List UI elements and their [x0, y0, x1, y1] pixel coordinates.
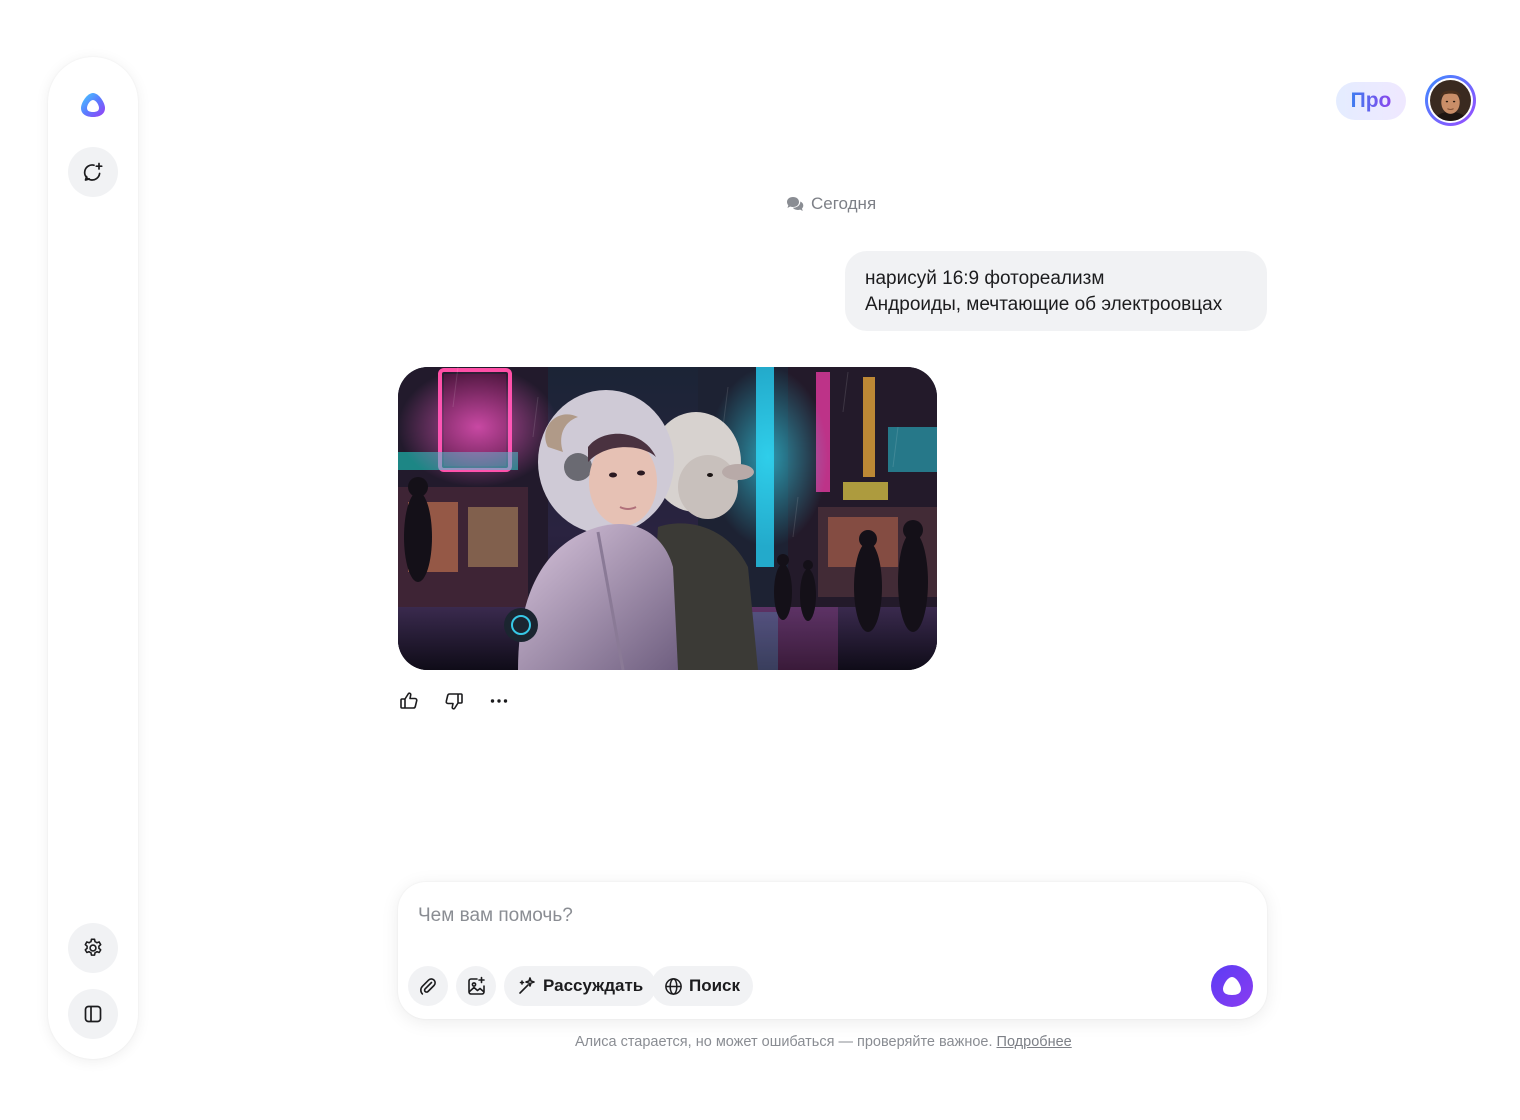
toggle-sidebar-button[interactable]	[68, 989, 118, 1039]
reason-button[interactable]: Рассуждать	[504, 966, 657, 1006]
learn-more-link[interactable]: Подробнее	[997, 1034, 1072, 1050]
disclaimer: Алиса старается, но может ошибаться — пр…	[575, 1034, 1095, 1050]
attach-button[interactable]	[408, 966, 448, 1006]
user-message-line-2: Андроиды, мечтающие об электроовцах	[865, 294, 1223, 315]
date-divider: Сегодня	[786, 193, 876, 215]
thumbs-up-icon	[400, 692, 418, 709]
reason-label: Рассуждать	[543, 976, 644, 995]
user-avatar[interactable]	[1425, 75, 1476, 126]
date-label: Сегодня	[811, 194, 877, 213]
new-chat-button[interactable]	[68, 147, 118, 197]
user-message-line-1: нарисуй 16:9 фотореализм	[865, 268, 1105, 289]
sparkle-wand-icon	[519, 977, 535, 994]
paperclip-icon	[420, 978, 436, 995]
search-label: Поиск	[689, 976, 741, 995]
add-image-button[interactable]	[456, 966, 496, 1006]
avatar-ring	[1428, 78, 1473, 123]
more-horizontal-icon	[490, 699, 508, 703]
image-add-icon	[467, 976, 485, 995]
new-chat-icon	[83, 162, 103, 181]
search-toggle-button[interactable]: Поиск	[651, 966, 754, 1006]
settings-button[interactable]	[68, 923, 118, 973]
disclaimer-text: Алиса старается, но может ошибаться — пр…	[575, 1034, 993, 1050]
like-button[interactable]	[398, 690, 420, 712]
thumbs-down-icon	[445, 693, 463, 710]
send-button[interactable]	[1211, 965, 1253, 1007]
alice-logo-icon[interactable]	[79, 91, 107, 119]
generated-image[interactable]	[398, 367, 937, 670]
gear-icon	[84, 938, 102, 956]
dislike-button[interactable]	[443, 690, 465, 712]
user-message-bubble: нарисуй 16:9 фотореализм Андроиды, мечта…	[845, 251, 1267, 331]
globe-icon	[665, 977, 682, 995]
message-input[interactable]	[418, 901, 1198, 931]
message-composer: Рассуждать Поиск	[398, 882, 1267, 1019]
more-options-button[interactable]	[488, 690, 510, 712]
sidebar	[48, 57, 138, 1059]
pro-label: Про	[1350, 89, 1392, 112]
chat-bubbles-icon	[787, 197, 804, 211]
alice-send-icon	[1223, 977, 1241, 995]
pro-badge[interactable]: Про	[1336, 82, 1406, 120]
sidebar-panel-icon	[84, 1005, 102, 1023]
avatar-image	[1430, 80, 1471, 121]
